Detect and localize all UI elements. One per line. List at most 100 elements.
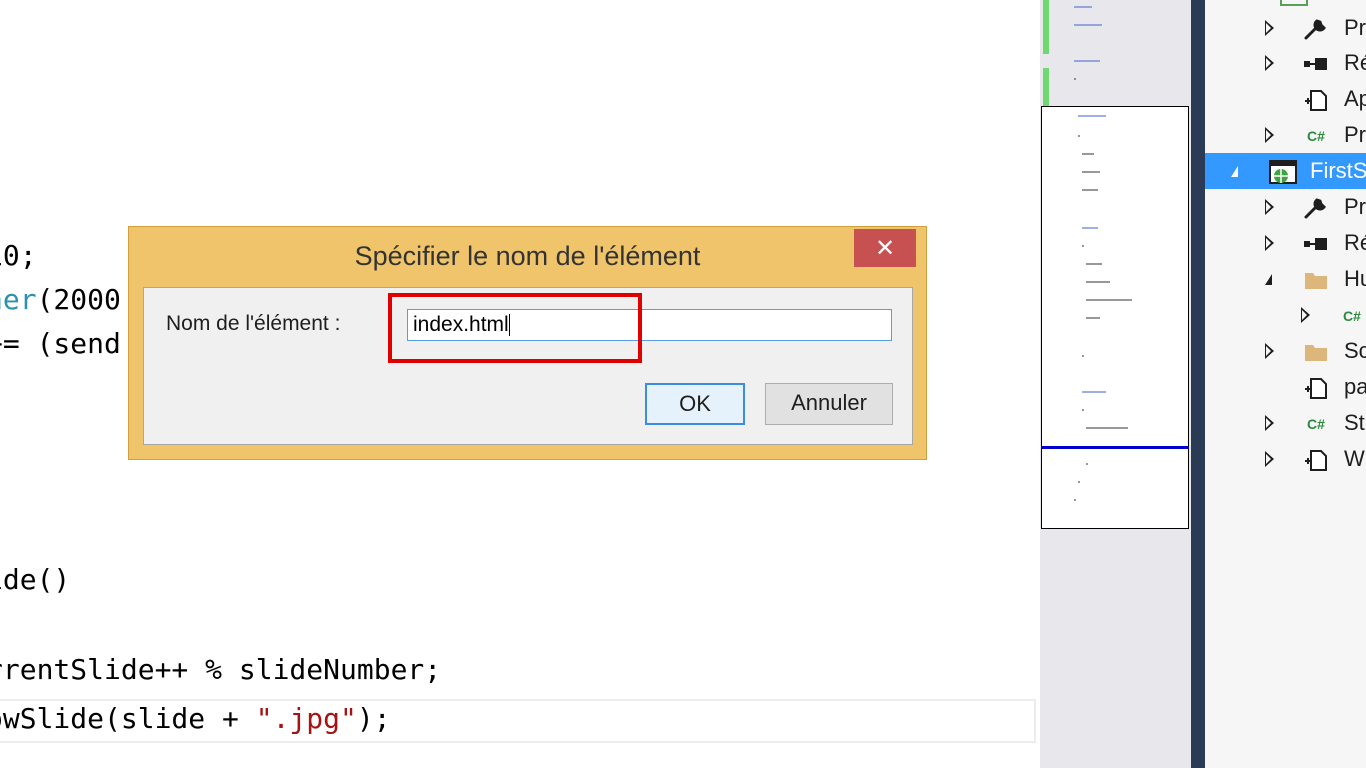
minimap-code-mark bbox=[1082, 245, 1084, 247]
tree-item[interactable]: C# bbox=[1205, 297, 1366, 333]
minimap-code-mark bbox=[1074, 499, 1076, 501]
collapsed-arrow-icon[interactable] bbox=[1265, 199, 1279, 215]
tree-item-label: Ré bbox=[1344, 50, 1366, 75]
config-file-icon bbox=[1303, 448, 1329, 472]
dialog-title: Spécifier le nom de l'élément bbox=[354, 241, 701, 271]
code-line[interactable]: owSlide(slide + ".jpg"); bbox=[0, 699, 391, 739]
minimap-code-mark bbox=[1074, 78, 1076, 80]
minimap-code-mark bbox=[1074, 6, 1092, 8]
code-text: ); bbox=[356, 702, 391, 735]
name-item-dialog: Spécifier le nom de l'élément ✕ Nom de l… bbox=[128, 226, 927, 460]
config-file-icon bbox=[1303, 376, 1329, 400]
code-text: (2000 bbox=[36, 283, 121, 316]
dialog-body: Nom de l'élément : index.html OK Annuler bbox=[143, 287, 913, 445]
tree-item-label: pa bbox=[1344, 374, 1366, 399]
collapsed-arrow-icon[interactable] bbox=[1301, 307, 1315, 323]
code-text: owSlide(slide + bbox=[0, 702, 256, 735]
change-indicator bbox=[1043, 68, 1049, 108]
cancel-button[interactable]: Annuler bbox=[765, 383, 893, 425]
tree-item[interactable]: Ré bbox=[1205, 225, 1366, 261]
minimap-code-mark bbox=[1078, 115, 1106, 117]
minimap-scrollbar[interactable] bbox=[1040, 0, 1191, 768]
tree-item[interactable]: C# Pr bbox=[1205, 117, 1366, 153]
tree-item[interactable]: Sc bbox=[1205, 333, 1366, 369]
code-line[interactable]: += (send bbox=[0, 324, 121, 364]
code-text: ide() bbox=[0, 563, 71, 596]
code-line[interactable]: rrentSlide++ % slideNumber; bbox=[0, 650, 441, 690]
tree-item[interactable]: W bbox=[1205, 441, 1366, 477]
window-splitter[interactable] bbox=[1191, 0, 1205, 768]
tree-item[interactable]: Ré bbox=[1205, 45, 1366, 81]
minimap-code-mark bbox=[1086, 281, 1110, 283]
tree-item[interactable]: Hu bbox=[1205, 261, 1366, 297]
minimap-code-mark bbox=[1078, 481, 1080, 483]
references-icon bbox=[1303, 52, 1329, 76]
config-file-icon bbox=[1303, 88, 1329, 112]
ok-button[interactable]: OK bbox=[645, 383, 745, 425]
tree-item[interactable]: Pr bbox=[1205, 10, 1366, 46]
code-line[interactable]: 10; bbox=[0, 236, 37, 276]
tree-item bbox=[1280, 0, 1308, 6]
code-text: rrentSlide++ % slideNumber; bbox=[0, 653, 442, 686]
tree-item-label: Ré bbox=[1344, 230, 1366, 255]
folder-icon bbox=[1303, 268, 1329, 292]
minimap-code-mark bbox=[1078, 135, 1080, 137]
code-text: 10; bbox=[0, 239, 37, 272]
solution-explorer: Pr Ré Ap C# Pr FirstS Pr Ré Hu C# Sc pa C# St W bbox=[1205, 0, 1366, 768]
collapsed-arrow-icon[interactable] bbox=[1265, 415, 1279, 431]
minimap-code-mark bbox=[1086, 263, 1102, 265]
item-name-label: Nom de l'élément : bbox=[166, 312, 341, 335]
tree-item[interactable]: C# St bbox=[1205, 405, 1366, 441]
minimap-code-mark bbox=[1086, 299, 1132, 301]
minimap-code-mark bbox=[1082, 409, 1084, 411]
wrench-icon bbox=[1303, 17, 1329, 41]
tree-item[interactable]: Ap bbox=[1205, 81, 1366, 117]
wrench-icon bbox=[1303, 196, 1329, 220]
annotation-highlight-box bbox=[388, 293, 642, 363]
csharp-badge: C# bbox=[1343, 308, 1361, 324]
tree-item-label: St bbox=[1344, 410, 1365, 435]
minimap-code-mark bbox=[1082, 171, 1100, 173]
close-icon: ✕ bbox=[874, 234, 896, 262]
code-line[interactable]: ide() bbox=[0, 560, 70, 600]
code-line[interactable]: ner(2000 bbox=[0, 280, 121, 320]
minimap-code-mark bbox=[1082, 391, 1106, 393]
tree-item[interactable]: Pr bbox=[1205, 189, 1366, 225]
csharp-file-icon: C# bbox=[1303, 124, 1329, 148]
minimap-code-mark bbox=[1074, 24, 1102, 26]
minimap-code-mark bbox=[1082, 355, 1084, 357]
tree-item-label: W bbox=[1344, 446, 1365, 471]
code-text: += (send bbox=[0, 327, 121, 360]
minimap-code-mark bbox=[1074, 60, 1100, 62]
tree-item-label: FirstS bbox=[1310, 158, 1366, 183]
folder-icon bbox=[1303, 340, 1329, 364]
code-type-name: ner bbox=[0, 283, 37, 316]
collapsed-arrow-icon[interactable] bbox=[1265, 343, 1279, 359]
tree-item-label: Hu bbox=[1344, 266, 1366, 291]
expanded-arrow-icon[interactable] bbox=[1231, 163, 1245, 179]
change-indicator bbox=[1043, 0, 1049, 54]
collapsed-arrow-icon[interactable] bbox=[1265, 235, 1279, 251]
tree-item-label: Ap bbox=[1344, 86, 1366, 111]
close-button[interactable]: ✕ bbox=[854, 229, 916, 267]
minimap-caret-marker bbox=[1041, 446, 1189, 449]
tree-item-label: Pr bbox=[1344, 15, 1366, 40]
tree-item[interactable]: pa bbox=[1205, 369, 1366, 405]
expanded-arrow-icon[interactable] bbox=[1265, 271, 1279, 287]
minimap-code-mark bbox=[1082, 153, 1094, 155]
csharp-file-icon: C# bbox=[1339, 304, 1365, 328]
web-project-icon bbox=[1269, 160, 1297, 184]
csharp-badge: C# bbox=[1307, 416, 1325, 432]
minimap-preview-window[interactable] bbox=[1041, 106, 1189, 529]
minimap-code-mark bbox=[1082, 189, 1098, 191]
collapsed-arrow-icon[interactable] bbox=[1265, 55, 1279, 71]
minimap-code-mark bbox=[1082, 227, 1098, 229]
references-icon bbox=[1303, 232, 1329, 256]
tree-item[interactable]: FirstS bbox=[1205, 153, 1366, 189]
minimap-code-mark bbox=[1086, 463, 1088, 465]
collapsed-arrow-icon[interactable] bbox=[1265, 127, 1279, 143]
collapsed-arrow-icon[interactable] bbox=[1265, 451, 1279, 467]
minimap-code-mark bbox=[1086, 427, 1128, 429]
collapsed-arrow-icon[interactable] bbox=[1265, 20, 1279, 36]
csharp-badge: C# bbox=[1307, 128, 1325, 144]
